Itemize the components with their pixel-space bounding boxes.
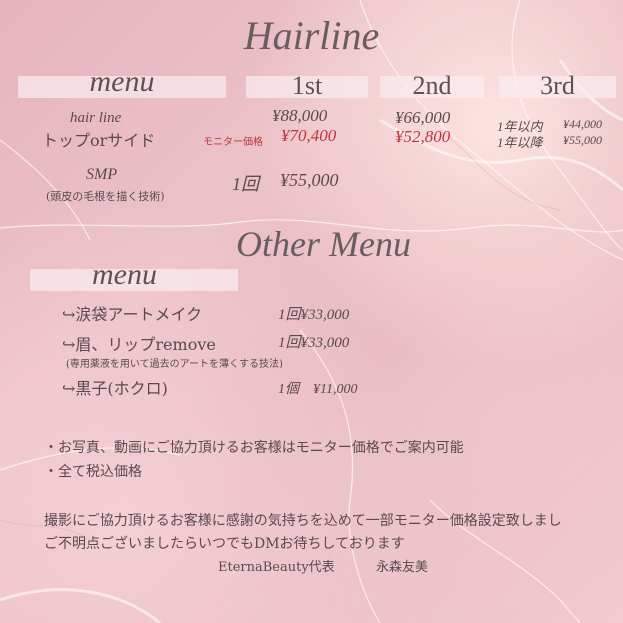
price-1st: ¥88,000: [272, 106, 328, 125]
price-menu-canvas: Hairline menu 1st 2nd 3rd hair line トップo…: [0, 0, 623, 623]
footer-contact: ご不明点ございましたらいつでもDMお待ちしております: [44, 536, 405, 552]
third-after-price: ¥55,000: [563, 133, 602, 147]
smp-description: (頭皮の毛根を描く技術): [46, 190, 165, 203]
other-item-2-note: (専用薬液を用いて過去のアートを薄くする技法): [66, 359, 283, 370]
arrow-icon: ↪: [62, 379, 76, 398]
other-item-2: ↪眉、リップremove: [62, 331, 216, 355]
other-item-3-price: 1個 ¥11,000: [278, 382, 358, 397]
smp-price: ¥55,000: [280, 170, 339, 190]
menu-label-box: menu: [18, 65, 226, 98]
monitor-price-1st: ¥70,400: [281, 126, 337, 145]
other-item-1-price: 1回¥33,000: [278, 307, 350, 323]
other-item-3-name: 黒子(ホクロ): [75, 379, 168, 398]
other-item-2-name: 眉、リップremove: [75, 335, 216, 354]
monitor-price-label: モニター価格: [203, 137, 263, 148]
other-item-3: ↪黒子(ホクロ): [62, 375, 168, 399]
arrow-icon: ↪: [62, 335, 76, 354]
page-title: Hairline: [243, 13, 380, 58]
footer-owner: 永森友美: [376, 560, 429, 575]
price-2nd: ¥66,000: [395, 108, 451, 127]
tier-3rd-box: 3rd: [499, 71, 616, 100]
hairline-item-name: hair line: [70, 110, 122, 126]
tier-1st-label: 1st: [291, 71, 323, 100]
smp-count: 1回: [232, 174, 259, 194]
tier-1st-box: 1st: [246, 71, 368, 100]
note-monitor: ・お写真、動画にご協力頂けるお客様はモニター価格でご案内可能: [44, 440, 464, 456]
arrow-icon: ↪: [62, 305, 76, 324]
tier-2nd-label: 2nd: [412, 71, 452, 100]
other-item-2-price: 1回¥33,000: [278, 335, 350, 351]
smp-name: SMP: [86, 166, 118, 183]
other-menu-title: Other Menu: [236, 224, 411, 264]
monitor-price-2nd: ¥52,800: [395, 127, 451, 146]
other-item-1: ↪涙袋アートメイク: [62, 301, 202, 325]
note-tax: ・全て税込価格: [44, 464, 142, 480]
other-menu-label-box: menu: [30, 258, 238, 291]
hairline-item-position: トップorサイド: [42, 131, 156, 150]
tier-2nd-box: 2nd: [380, 71, 484, 100]
tier-3rd-label: 3rd: [540, 71, 575, 100]
footer-thanks: 撮影にご協力頂けるお客様に感謝の気持ちを込めて一部モニター価格設定致しまし: [44, 513, 562, 529]
footer-brand: EternaBeauty代表: [218, 560, 335, 575]
third-within-price: ¥44,000: [563, 117, 602, 131]
third-after-label: 1年以降: [497, 135, 543, 150]
menu-label: menu: [89, 65, 155, 98]
other-menu-label: menu: [92, 258, 157, 291]
other-item-1-name: 涙袋アートメイク: [75, 305, 203, 324]
